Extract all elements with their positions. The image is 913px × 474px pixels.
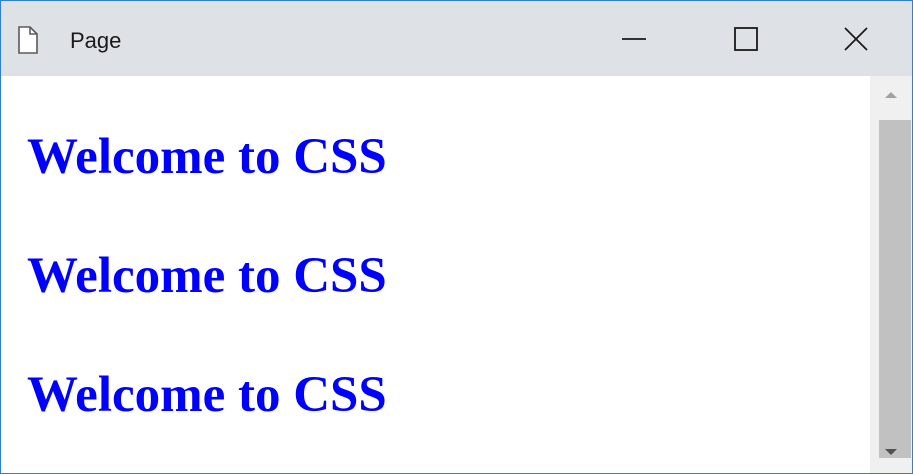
scroll-down-button[interactable]: [870, 433, 912, 473]
title-bar[interactable]: Page: [1, 1, 912, 76]
browser-window: Page Welcome to CSS Welcome to CSS Welco…: [0, 0, 913, 474]
heading-welcome-2: Welcome to CSS: [27, 248, 387, 304]
minimize-icon: [621, 26, 647, 52]
window-title: Page: [70, 28, 122, 53]
scroll-down-arrow-icon: [884, 444, 898, 462]
heading-welcome-1: Welcome to CSS: [27, 129, 387, 185]
maximize-button[interactable]: [690, 1, 802, 76]
scroll-thumb[interactable]: [879, 120, 911, 458]
minimize-button[interactable]: [578, 1, 690, 76]
maximize-icon: [733, 26, 759, 52]
close-button[interactable]: [800, 1, 912, 76]
page-content: Welcome to CSS Welcome to CSS Welcome to…: [1, 76, 870, 473]
heading-welcome-3: Welcome to CSS: [27, 367, 387, 423]
page-icon: [15, 25, 41, 55]
close-icon: [843, 26, 869, 52]
scroll-up-arrow-icon: [884, 87, 898, 105]
vertical-scrollbar[interactable]: [870, 76, 912, 473]
scroll-up-button[interactable]: [870, 76, 912, 116]
